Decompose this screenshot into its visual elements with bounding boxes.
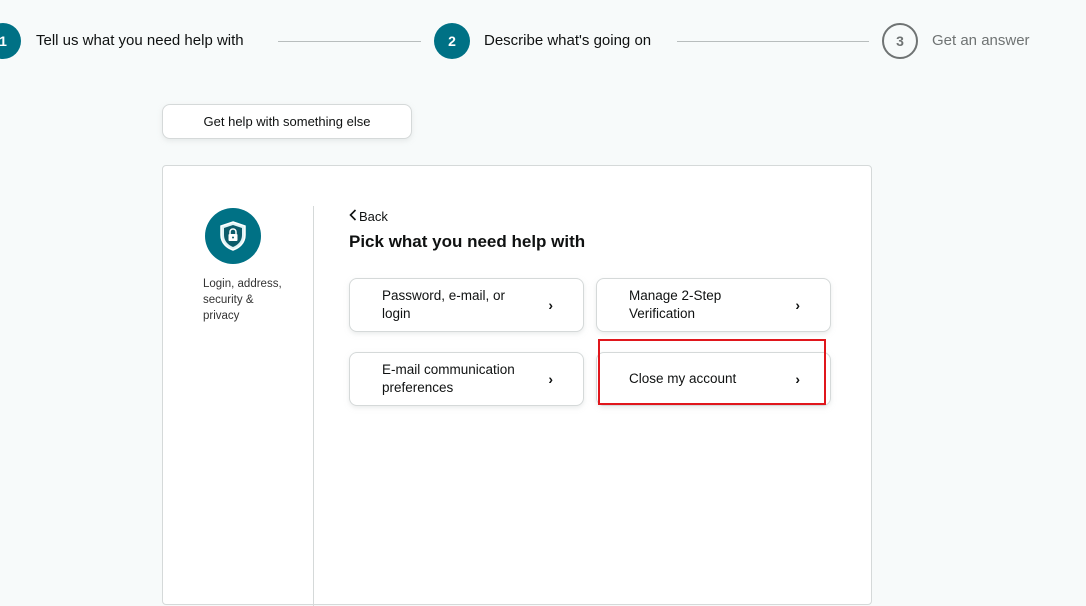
category-label: Login, address, security & privacy — [203, 278, 282, 322]
section-title: Pick what you need help with — [349, 232, 586, 251]
step-3-circle: 3 — [882, 23, 918, 59]
chevron-right-icon: › — [548, 371, 553, 387]
vertical-divider — [313, 206, 314, 606]
shield-lock-icon — [205, 208, 261, 264]
chevron-left-icon — [349, 209, 357, 224]
option-manage-2-step-verification[interactable]: Manage 2-Step Verification › — [596, 278, 831, 332]
progress-stepper: 1 Tell us what you need help with 2 Desc… — [0, 0, 1086, 84]
option-label: E-mail communication preferences — [382, 362, 515, 395]
step-1-label: Tell us what you need help with — [36, 32, 244, 49]
step-2-circle: 2 — [434, 23, 470, 59]
step-2-label: Describe what's going on — [484, 32, 652, 49]
get-help-something-else-button[interactable]: Get help with something else — [162, 104, 412, 139]
step-connector-2 — [677, 41, 869, 42]
option-label: Password, e-mail, or login — [382, 288, 506, 321]
back-link[interactable]: Back — [349, 209, 388, 224]
step-3-label: Get an answer — [932, 32, 1030, 49]
option-close-my-account[interactable]: Close my account › — [596, 352, 831, 406]
option-label: Close my account — [629, 371, 737, 386]
chevron-right-icon: › — [795, 297, 800, 313]
option-label: Manage 2-Step Verification — [629, 288, 722, 321]
step-connector-1 — [278, 41, 421, 42]
option-email-communication-preferences[interactable]: E-mail communication preferences › — [349, 352, 584, 406]
step-1-circle: 1 — [0, 23, 21, 59]
chevron-right-icon: › — [548, 297, 553, 313]
help-topic-card: Login, address, security & privacy Back … — [162, 165, 872, 606]
chevron-right-icon: › — [795, 371, 800, 387]
back-link-label: Back — [359, 209, 388, 224]
option-password-email-login[interactable]: Password, e-mail, or login › — [349, 278, 584, 332]
